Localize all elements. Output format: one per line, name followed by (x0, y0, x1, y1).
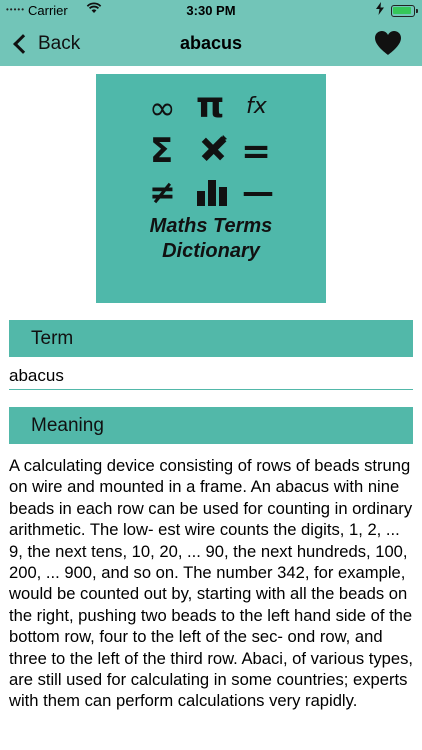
battery-icon (391, 5, 418, 17)
heart-icon (375, 31, 401, 55)
pencil-ruler-icon (196, 132, 230, 169)
page-title: abacus (179, 33, 243, 53)
top-bar: ••••• Carrier 3:30 PM Back abacus (0, 0, 422, 66)
pi-symbol: π (196, 85, 225, 126)
charging-icon (376, 2, 384, 18)
logo-title-line-2: Dictionary (162, 240, 260, 262)
sigma-symbol: Σ (150, 131, 174, 171)
logo-title: Maths Terms Dictionary (96, 214, 326, 264)
logo-title-line-1: Maths Terms (149, 215, 273, 237)
favorite-button[interactable] (374, 30, 402, 56)
function-symbol: fx (246, 94, 267, 119)
navigation-bar: Back abacus (0, 22, 422, 66)
minus-symbol: — (242, 173, 274, 211)
term-section-header: Term (9, 320, 413, 357)
meaning-section-header: Meaning (9, 407, 413, 444)
status-time: 3:30 PM (186, 3, 236, 18)
term-divider (9, 389, 413, 390)
meaning-text: A calculating device consisting of rows … (9, 456, 414, 711)
not-equal-symbol: ≠ (149, 173, 176, 211)
term-value: abacus (9, 366, 64, 385)
infinity-symbol: ∞ (149, 89, 176, 127)
app-logo: ∞ π fx Σ = ≠ — Maths Terms Dictionary (96, 74, 326, 303)
status-bar: ••••• Carrier 3:30 PM (0, 0, 422, 22)
bar-chart-icon (196, 178, 228, 209)
equals-symbol: = (241, 131, 272, 172)
